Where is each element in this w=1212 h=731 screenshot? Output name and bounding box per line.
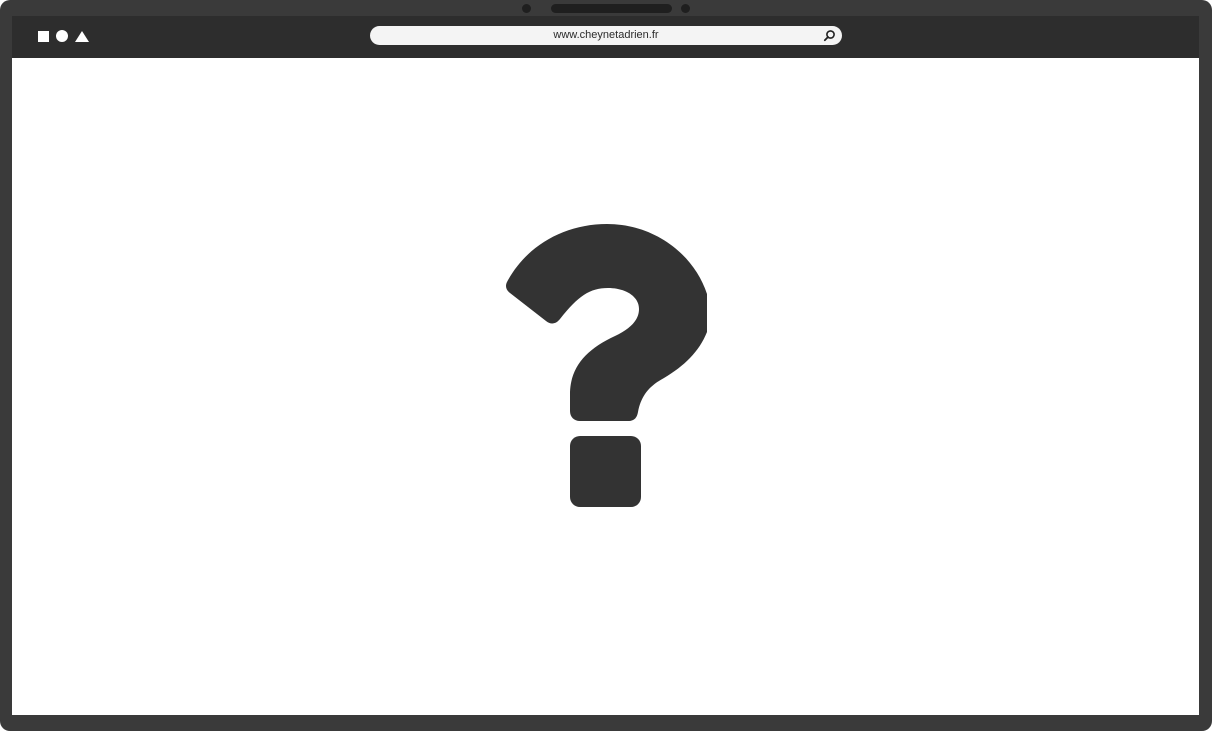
camera-dot-right — [681, 4, 690, 13]
browser-window: www.cheynetadrien.fr — [12, 16, 1199, 715]
triangle-icon[interactable] — [75, 30, 89, 42]
square-icon[interactable] — [38, 30, 49, 42]
camera-dot-left — [522, 4, 531, 13]
device-frame: www.cheynetadrien.fr — [0, 0, 1212, 731]
speaker-notch — [551, 4, 672, 13]
address-bar[interactable]: www.cheynetadrien.fr — [370, 26, 842, 45]
question-mark-icon — [506, 224, 707, 507]
page-content — [12, 58, 1199, 715]
circle-icon[interactable] — [56, 30, 68, 42]
search-icon[interactable] — [823, 29, 836, 42]
browser-toolbar: www.cheynetadrien.fr — [12, 16, 1199, 58]
window-controls — [38, 30, 89, 42]
address-bar-url[interactable]: www.cheynetadrien.fr — [370, 26, 842, 45]
